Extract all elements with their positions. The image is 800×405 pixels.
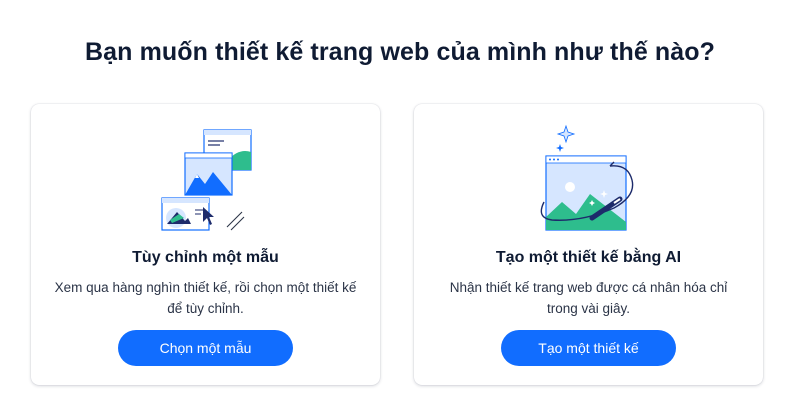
ai-design-card[interactable]: Tạo một thiết kế bằng AI Nhận thiết kế t… xyxy=(414,104,763,385)
card-description: Xem qua hàng nghìn thiết kế, rồi chọn mộ… xyxy=(54,280,357,316)
template-illustration xyxy=(31,122,380,234)
page: Bạn muốn thiết kế trang web của mình như… xyxy=(0,0,800,405)
stacked-templates-icon xyxy=(161,129,252,231)
ai-magic-wand-icon xyxy=(540,124,634,231)
card-title: Tạo một thiết kế bằng AI xyxy=(495,249,682,266)
choose-template-button[interactable]: Chọn một mẫu xyxy=(118,330,293,366)
create-design-button[interactable]: Tạo một thiết kế xyxy=(501,330,676,366)
page-title: Bạn muốn thiết kế trang web của mình như… xyxy=(85,38,715,66)
card-description: Nhận thiết kế trang web được cá nhân hóa… xyxy=(449,280,728,316)
ai-illustration xyxy=(414,122,763,234)
customize-template-card[interactable]: Tùy chỉnh một mẫu Xem qua hàng nghìn thi… xyxy=(31,104,380,385)
card-title: Tùy chỉnh một mẫu xyxy=(132,249,279,266)
